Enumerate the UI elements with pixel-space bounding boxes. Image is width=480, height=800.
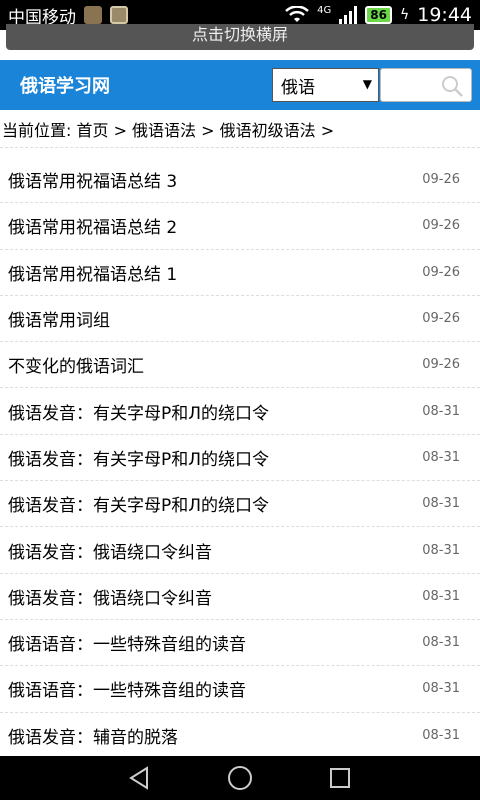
back-icon[interactable] xyxy=(125,763,155,793)
article-title[interactable]: 俄语常用祝福语总结 2 xyxy=(8,213,177,238)
home-icon[interactable] xyxy=(225,763,255,793)
article-date: 09-26 xyxy=(422,172,460,188)
list-item[interactable]: 俄语发音：有关字母Р和Л的绕口令 08-31 xyxy=(0,481,480,528)
list-item[interactable]: 俄语发音：有关字母Р和Л的绕口令 08-31 xyxy=(0,435,480,482)
dropdown-arrow-icon: ▼ xyxy=(362,77,372,91)
article-title[interactable]: 俄语语音：一些特殊音组的读音 xyxy=(8,676,246,701)
signal-icon xyxy=(339,6,358,24)
list-item[interactable]: 俄语常用祝福语总结 1 09-26 xyxy=(0,250,480,296)
article-date: 09-26 xyxy=(422,311,460,327)
list-item[interactable]: 俄语发音：俄语绕口令纠音 08-31 xyxy=(0,527,480,574)
navigation-bar xyxy=(0,756,480,800)
breadcrumb: 当前位置: 首页 > 俄语语法 > 俄语初级语法 > xyxy=(0,110,480,148)
article-title[interactable]: 俄语发音：辅音的脱落 xyxy=(8,723,178,748)
article-list: 俄语常用祝福语总结 3 09-26 俄语常用祝福语总结 2 09-26 俄语常用祝福… xyxy=(0,148,480,756)
battery-icon: 86 xyxy=(365,6,392,24)
article-date: 08-31 xyxy=(422,449,460,465)
article-date: 09-26 xyxy=(422,218,460,234)
network-type: 4G xyxy=(317,5,332,16)
list-item[interactable]: 俄语常用祝福语总结 3 09-26 xyxy=(0,157,480,204)
list-item[interactable]: 俄语常用词组 09-26 xyxy=(0,296,480,343)
article-date: 08-31 xyxy=(422,727,460,743)
article-date: 08-31 xyxy=(422,681,460,697)
recents-icon[interactable] xyxy=(325,763,355,793)
article-title[interactable]: 俄语常用词组 xyxy=(8,306,110,331)
article-date: 08-31 xyxy=(422,403,460,419)
article-date: 09-26 xyxy=(422,357,460,373)
category-select[interactable]: 俄语 ▼ xyxy=(272,68,379,102)
toggle-bar: 点击切换横屏 xyxy=(0,24,480,60)
charging-icon: ϟ xyxy=(399,7,410,23)
search-icon[interactable] xyxy=(441,75,463,97)
article-date: 09-26 xyxy=(422,264,460,280)
category-select-value: 俄语 xyxy=(281,77,315,98)
image-notification-icon xyxy=(110,6,128,24)
search-input[interactable] xyxy=(380,68,472,102)
article-title[interactable]: 俄语发音：有关字母Р和Л的绕口令 xyxy=(8,445,269,470)
article-title[interactable]: 俄语发音：俄语绕口令纠音 xyxy=(8,538,212,563)
clock: 19:44 xyxy=(417,4,472,26)
article-title[interactable]: 俄语常用祝福语总结 1 xyxy=(8,260,177,285)
site-logo[interactable]: 俄语学习网 xyxy=(20,72,110,98)
article-title[interactable]: 俄语常用祝福语总结 3 xyxy=(8,167,177,192)
article-title[interactable]: 俄语发音：有关字母Р和Л的绕口令 xyxy=(8,399,269,424)
article-date: 08-31 xyxy=(422,635,460,651)
list-item[interactable]: 不变化的俄语词汇 09-26 xyxy=(0,342,480,389)
article-title[interactable]: 俄语语音：一些特殊音组的读音 xyxy=(8,630,246,655)
site-header: 俄语学习网 俄语 ▼ xyxy=(0,60,480,110)
article-title[interactable]: 俄语发音：俄语绕口令纠音 xyxy=(8,584,212,609)
list-item[interactable]: 俄语发音：辅音的脱落 08-31 xyxy=(0,713,480,756)
toggle-landscape-button[interactable]: 点击切换横屏 xyxy=(6,24,474,50)
list-item[interactable]: 俄语常用祝福语总结 2 09-26 xyxy=(0,203,480,250)
article-title[interactable]: 不变化的俄语词汇 xyxy=(8,352,144,377)
article-title[interactable]: 俄语发音：有关字母Р和Л的绕口令 xyxy=(8,491,269,516)
wifi-icon xyxy=(285,6,310,22)
list-item[interactable]: 俄语语音：一些特殊音组的读音 08-31 xyxy=(0,666,480,713)
article-date: 08-31 xyxy=(422,542,460,558)
app-notification-icon xyxy=(84,6,102,24)
article-date: 08-31 xyxy=(422,588,460,604)
article-date: 08-31 xyxy=(422,496,460,512)
list-item[interactable]: 俄语语音：一些特殊音组的读音 08-31 xyxy=(0,620,480,667)
list-item[interactable]: 俄语发音：有关字母Р和Л的绕口令 08-31 xyxy=(0,388,480,435)
list-item[interactable]: 俄语发音：俄语绕口令纠音 08-31 xyxy=(0,574,480,620)
